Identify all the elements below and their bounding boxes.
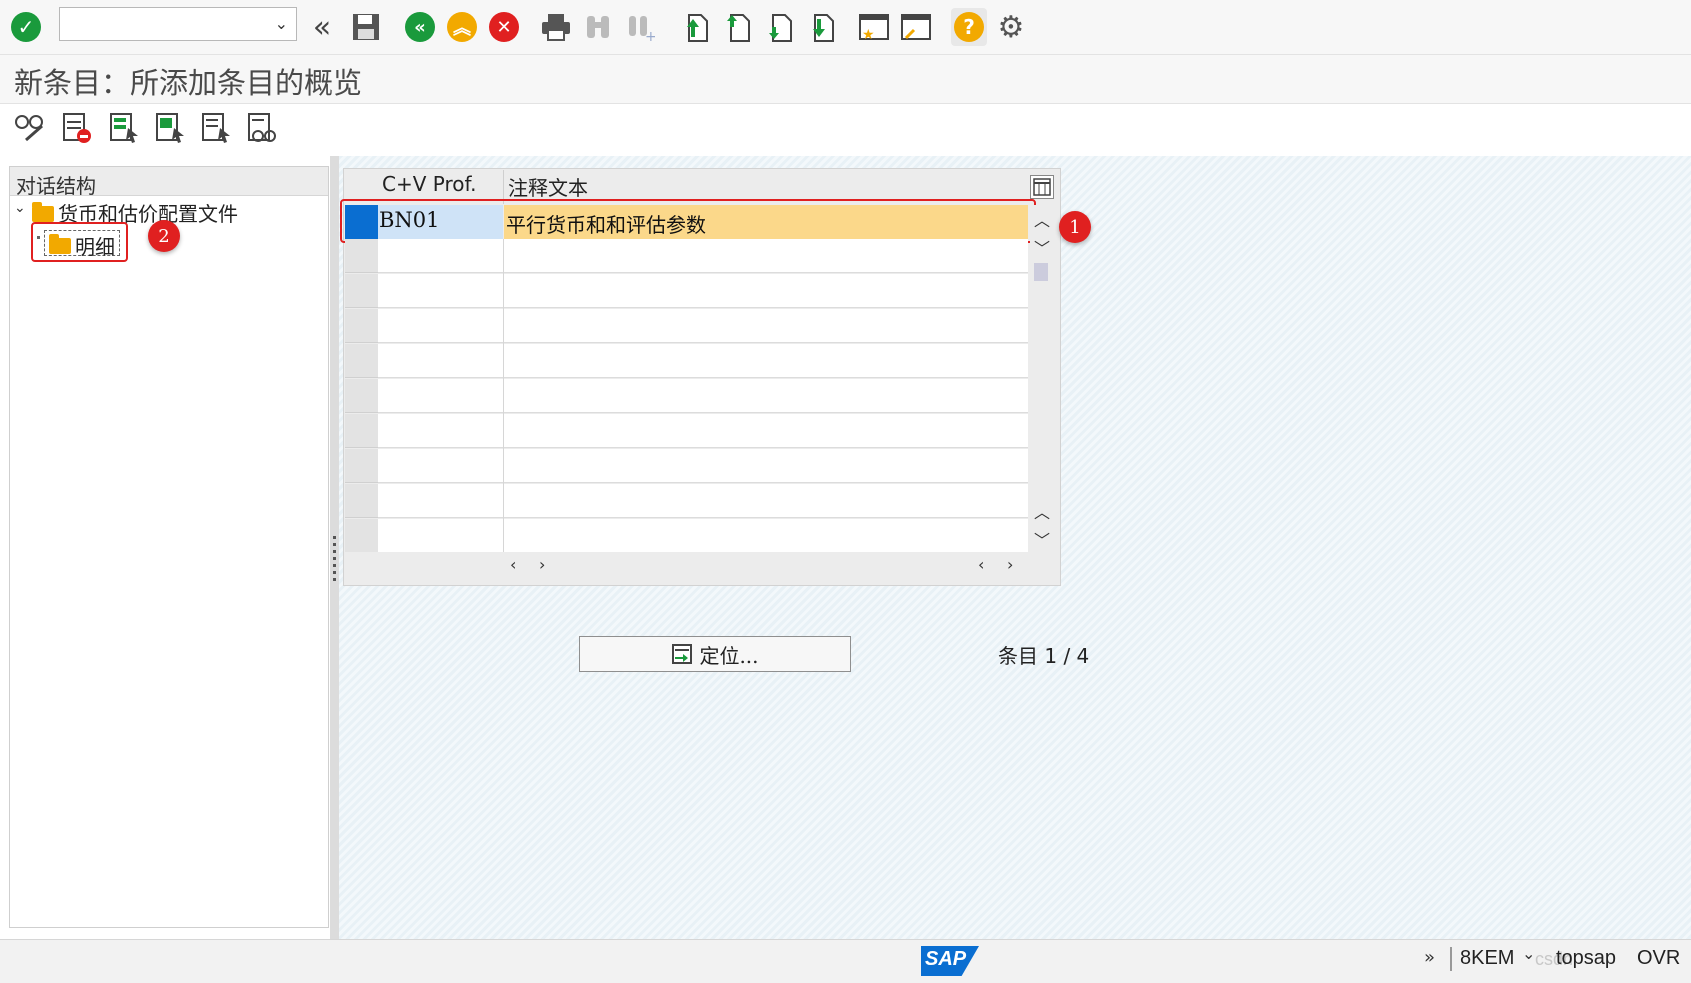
row-selector[interactable]	[345, 309, 378, 343]
chevron-down-icon[interactable]: ⌄	[275, 14, 288, 33]
table-cell[interactable]	[504, 379, 1028, 413]
cancel-icon[interactable]: ✕	[486, 8, 522, 46]
table-cell[interactable]	[504, 274, 1028, 308]
table-cell[interactable]	[504, 309, 1028, 343]
row-selector[interactable]	[345, 379, 378, 413]
table-cell[interactable]	[504, 484, 1028, 518]
shortcut-icon[interactable]	[898, 8, 934, 46]
locate-button[interactable]: 定位...	[579, 636, 851, 672]
row-selector[interactable]	[345, 519, 378, 553]
command-field[interactable]: ⌄	[59, 7, 297, 41]
svg-text:★: ★	[862, 27, 875, 42]
status-divider	[1450, 947, 1452, 971]
entry-info: 条目 1 / 4	[998, 640, 1089, 669]
print-view-icon[interactable]	[244, 110, 280, 150]
dialog-structure-title: 对话结构	[16, 174, 96, 198]
row-selector[interactable]	[345, 414, 378, 448]
panel-splitter[interactable]	[330, 156, 339, 939]
table-cell[interactable]	[504, 344, 1028, 378]
customize-icon[interactable]: ⚙	[993, 8, 1029, 46]
column-header-note-text[interactable]: 注释文本	[508, 172, 588, 202]
status-server: topsap	[1556, 947, 1617, 969]
table-cell[interactable]	[378, 449, 503, 483]
table-cell[interactable]	[378, 309, 503, 343]
row-selector[interactable]	[345, 239, 378, 273]
enter-check-icon[interactable]: ✓	[8, 8, 44, 46]
table-cell[interactable]	[378, 274, 503, 308]
scroll-thumb[interactable]	[1034, 263, 1048, 281]
scroll-left-end-icon[interactable]: ‹	[978, 555, 984, 574]
horizontal-scrollbar[interactable]: ‹ › ‹ ›	[345, 552, 1030, 580]
chevron-down-icon[interactable]: ⌄	[14, 200, 26, 216]
find-icon[interactable]	[580, 8, 616, 46]
select-block-icon[interactable]	[152, 110, 188, 150]
page-title: 新条目：所添加条目的概览	[14, 66, 363, 100]
locate-icon	[672, 644, 693, 664]
save-icon[interactable]	[348, 8, 384, 46]
entry-info-value: 1 / 4	[1044, 644, 1090, 668]
help-icon[interactable]: ?	[951, 8, 987, 46]
chevron-down-icon[interactable]: ⌄	[1522, 944, 1535, 963]
scroll-up-icon[interactable]: ︿	[1034, 207, 1050, 231]
status-system: 8KEM	[1460, 947, 1515, 969]
scroll-down-icon[interactable]: ﹀	[1034, 235, 1050, 259]
row-selector[interactable]	[345, 344, 378, 378]
first-page-icon[interactable]	[678, 8, 714, 46]
table-cell[interactable]	[378, 379, 503, 413]
table-cell[interactable]	[504, 239, 1028, 273]
row-selector[interactable]	[345, 449, 378, 483]
status-expand-icon[interactable]: »	[1424, 947, 1435, 968]
highlight-box-2	[31, 222, 128, 262]
deselect-all-icon[interactable]	[198, 110, 234, 150]
highlight-box-1	[340, 199, 1036, 243]
back-icon[interactable]: «	[304, 8, 340, 46]
scroll-right-end-icon[interactable]: ›	[1007, 555, 1013, 574]
table-cell[interactable]	[378, 414, 503, 448]
status-mode: OVR	[1637, 947, 1681, 969]
create-session-icon[interactable]: ★	[856, 8, 892, 46]
annotation-badge-1: 1	[1059, 211, 1091, 243]
table-cell[interactable]	[378, 239, 503, 273]
table-cell[interactable]	[504, 414, 1028, 448]
entry-info-label: 条目	[998, 644, 1038, 668]
last-page-icon[interactable]	[804, 8, 840, 46]
svg-text:+: +	[645, 29, 655, 42]
vertical-scrollbar[interactable]: ︿ ﹀ ︿ ﹀	[1030, 205, 1052, 550]
exit-icon[interactable]: ︽	[444, 8, 480, 46]
table-cell[interactable]	[378, 519, 503, 553]
scroll-page-up-icon[interactable]: ︿	[1034, 499, 1050, 523]
column-header-cv-prof[interactable]: C+V Prof.	[382, 172, 476, 202]
table-cell[interactable]	[504, 449, 1028, 483]
table-settings-icon[interactable]	[1030, 175, 1054, 199]
print-icon[interactable]	[538, 8, 574, 46]
table-cell[interactable]	[378, 484, 503, 518]
back-green-icon[interactable]: «	[402, 8, 438, 46]
display-change-icon[interactable]	[12, 110, 48, 150]
status-bar	[0, 939, 1691, 983]
find-next-icon[interactable]: +	[622, 8, 658, 46]
select-all-icon[interactable]	[106, 110, 142, 150]
next-page-icon[interactable]	[762, 8, 798, 46]
table-cell[interactable]	[504, 519, 1028, 553]
delete-icon[interactable]	[58, 110, 94, 150]
scroll-right-icon[interactable]: ›	[539, 555, 545, 574]
dialog-structure-header: 对话结构	[10, 167, 328, 198]
prev-page-icon[interactable]	[720, 8, 756, 46]
row-selector[interactable]	[345, 484, 378, 518]
scroll-left-icon[interactable]: ‹	[510, 555, 516, 574]
column-divider	[503, 239, 504, 554]
dialog-structure-panel	[9, 166, 329, 928]
scroll-page-down-icon[interactable]: ﹀	[1034, 527, 1050, 551]
row-selector[interactable]	[345, 274, 378, 308]
table-cell[interactable]	[378, 344, 503, 378]
locate-button-label: 定位...	[699, 643, 759, 668]
annotation-badge-2: 2	[148, 220, 180, 252]
